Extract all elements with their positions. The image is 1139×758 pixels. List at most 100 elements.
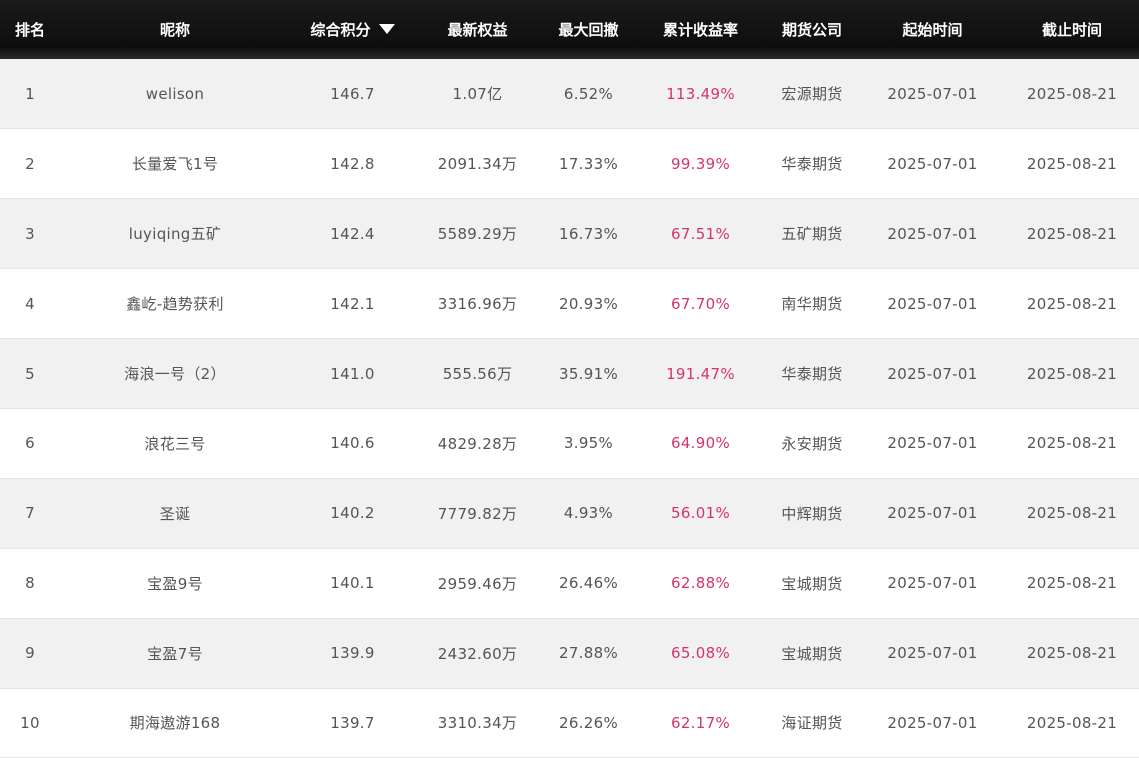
cell-rank: 5 (25, 364, 35, 383)
cell-end: 2025-08-21 (1026, 504, 1118, 523)
cell-return: 65.08% (671, 644, 730, 663)
cell-score: 139.9 (330, 644, 375, 663)
cell-equity: 4829.28万 (437, 434, 518, 453)
header-end-label: 截止时间 (1041, 21, 1102, 39)
cell-nickname[interactable]: 鑫屹-趋势获利 (60, 269, 290, 339)
header-drawdown[interactable]: 最大回撤 (540, 0, 637, 59)
cell-return: 64.90% (671, 434, 730, 453)
cell-end: 2025-08-21 (1026, 84, 1118, 103)
header-nickname[interactable]: 昵称 (60, 0, 290, 59)
cell-return: 67.51% (671, 224, 730, 243)
cell-equity: 2091.34万 (437, 155, 518, 174)
cell-start: 2025-07-01 (887, 364, 978, 383)
header-start[interactable]: 起始时间 (860, 0, 1005, 59)
cell-start: 2025-07-01 (887, 504, 978, 523)
cell-start: 2025-07-01 (887, 713, 978, 732)
header-start-label: 起始时间 (902, 21, 963, 39)
cell-nickname[interactable]: 宝盈9号 (60, 548, 290, 618)
header-equity-label: 最新权益 (447, 21, 508, 39)
table-row[interactable]: 5 海浪一号（2） 141.0 555.56万 35.91% 191.47% 华… (0, 338, 1139, 409)
cell-nickname[interactable]: 圣诞 (60, 478, 290, 548)
table-header: 排名 昵称 综合积分 最新权益 最大回撤 累计收益率 期货公司 起始时间 截止时… (0, 0, 1139, 59)
cell-return: 191.47% (666, 364, 735, 383)
cell-drawdown: 20.93% (559, 294, 618, 313)
header-end[interactable]: 截止时间 (1005, 0, 1139, 59)
cell-return: 62.88% (671, 574, 730, 593)
cell-start: 2025-07-01 (887, 574, 978, 593)
cell-end: 2025-08-21 (1026, 294, 1118, 313)
cell-company: 南华期货 (781, 295, 843, 314)
cell-equity: 1.07亿 (452, 85, 503, 104)
header-return[interactable]: 累计收益率 (637, 0, 764, 59)
cell-end: 2025-08-21 (1026, 644, 1118, 663)
cell-drawdown: 6.52% (563, 84, 614, 103)
table-row[interactable]: 2 长量爱飞1号 142.8 2091.34万 17.33% 99.39% 华泰… (0, 128, 1139, 199)
cell-equity: 3316.96万 (437, 295, 518, 314)
cell-score: 140.2 (330, 504, 375, 523)
cell-start: 2025-07-01 (887, 84, 978, 103)
cell-nickname[interactable]: 长量爱飞1号 (60, 129, 290, 199)
cell-score: 142.8 (330, 154, 375, 173)
table-row[interactable]: 1 welison 146.7 1.07亿 6.52% 113.49% 宏源期货… (0, 59, 1139, 129)
cell-nickname[interactable]: 海浪一号（2） (60, 339, 290, 409)
cell-score: 141.0 (330, 364, 375, 383)
cell-nickname[interactable]: 期海遨游168 (60, 688, 290, 758)
cell-drawdown: 16.73% (559, 224, 618, 243)
header-equity[interactable]: 最新权益 (415, 0, 540, 59)
table-row[interactable]: 9 宝盈7号 139.9 2432.60万 27.88% 65.08% 宝城期货… (0, 618, 1139, 689)
table-row[interactable]: 10 期海遨游168 139.7 3310.34万 26.26% 62.17% … (0, 688, 1139, 758)
cell-drawdown: 26.46% (559, 574, 618, 593)
header-company[interactable]: 期货公司 (764, 0, 860, 59)
caret-down-icon[interactable] (378, 24, 395, 34)
cell-rank: 4 (25, 294, 35, 313)
header-score-sort[interactable]: 综合积分 (290, 0, 415, 59)
table-row[interactable]: 8 宝盈9号 140.1 2959.46万 26.46% 62.88% 宝城期货… (0, 548, 1139, 619)
cell-rank: 7 (25, 504, 35, 523)
cell-company: 宏源期货 (781, 85, 843, 104)
cell-score: 142.4 (330, 224, 375, 243)
cell-return: 62.17% (671, 713, 730, 732)
cell-company: 华泰期货 (781, 365, 843, 383)
cell-end: 2025-08-21 (1026, 364, 1118, 383)
header-drawdown-label: 最大回撤 (558, 21, 619, 39)
cell-equity: 2959.46万 (437, 574, 518, 593)
header-rank-label: 排名 (14, 21, 45, 39)
table-row[interactable]: 6 浪花三号 140.6 4829.28万 3.95% 64.90% 永安期货 … (0, 408, 1139, 479)
table-row[interactable]: 3 luyiqing五矿 142.4 5589.29万 16.73% 67.51… (0, 198, 1139, 269)
cell-drawdown: 26.26% (559, 713, 618, 732)
cell-rank: 9 (25, 644, 35, 663)
cell-drawdown: 27.88% (559, 644, 618, 663)
cell-end: 2025-08-21 (1026, 434, 1118, 453)
cell-company: 宝城期货 (781, 574, 843, 593)
header-score-label: 综合积分 (310, 21, 371, 39)
cell-rank: 1 (25, 84, 35, 103)
cell-nickname[interactable]: 宝盈7号 (60, 618, 290, 688)
cell-rank: 6 (25, 434, 35, 453)
cell-return: 99.39% (671, 154, 730, 173)
cell-score: 140.6 (330, 434, 375, 453)
cell-return: 113.49% (666, 84, 735, 103)
cell-company: 海证期货 (781, 714, 843, 733)
table-row[interactable]: 7 圣诞 140.2 7779.82万 4.93% 56.01% 中辉期货 20… (0, 478, 1139, 549)
cell-nickname[interactable]: luyiqing五矿 (60, 199, 290, 269)
cell-equity: 3310.34万 (437, 714, 518, 733)
cell-end: 2025-08-21 (1026, 154, 1118, 173)
cell-equity: 7779.82万 (437, 504, 518, 523)
table-row[interactable]: 4 鑫屹-趋势获利 142.1 3316.96万 20.93% 67.70% 南… (0, 268, 1139, 339)
cell-start: 2025-07-01 (887, 224, 978, 243)
cell-rank: 10 (20, 713, 40, 732)
cell-nickname[interactable]: welison (60, 59, 290, 129)
cell-start: 2025-07-01 (887, 154, 978, 173)
cell-company: 五矿期货 (781, 225, 843, 244)
header-company-label: 期货公司 (781, 21, 842, 39)
table-body: 1 welison 146.7 1.07亿 6.52% 113.49% 宏源期货… (0, 59, 1139, 758)
header-rank[interactable]: 排名 (0, 0, 60, 59)
cell-drawdown: 3.95% (563, 434, 614, 453)
header-return-label: 累计收益率 (662, 21, 738, 39)
cell-company: 永安期货 (781, 434, 843, 453)
cell-rank: 3 (25, 224, 35, 243)
cell-nickname[interactable]: 浪花三号 (60, 408, 290, 478)
ranking-table: 排名 昵称 综合积分 最新权益 最大回撤 累计收益率 期货公司 起始时间 截止时… (0, 0, 1139, 758)
cell-start: 2025-07-01 (887, 294, 978, 313)
cell-equity: 5589.29万 (437, 225, 518, 244)
